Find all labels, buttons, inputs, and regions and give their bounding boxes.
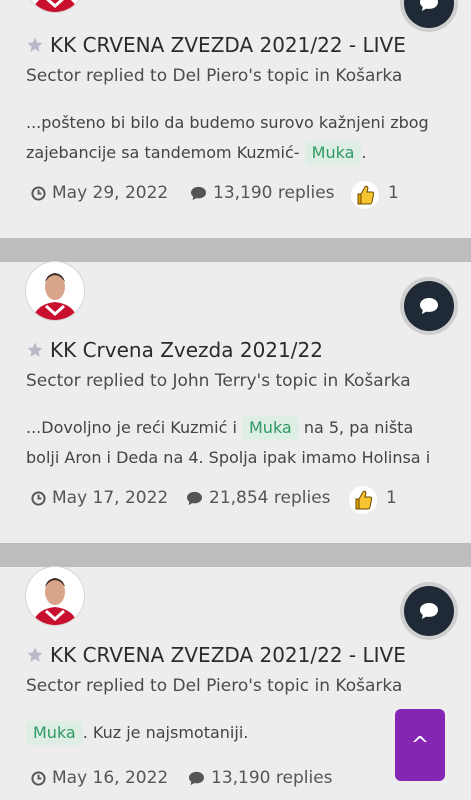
tag-muka[interactable]: Muka	[26, 721, 83, 745]
star-icon[interactable]	[26, 36, 44, 54]
avatar[interactable]	[26, 567, 84, 625]
post-title-text[interactable]: KK CRVENA ZVEZDA 2021/22 - LIVE	[50, 643, 406, 667]
snippet-text-after: . Kuz je najsmotaniji.	[82, 723, 249, 742]
tag-muka[interactable]: Muka	[304, 141, 362, 165]
chat-bubble-icon	[420, 603, 438, 619]
card-separator	[0, 543, 471, 567]
avatar[interactable]	[26, 0, 84, 12]
snippet-text-after: .	[361, 143, 367, 162]
comment-icon	[189, 771, 204, 785]
thumbs-up-reaction-icon[interactable]	[348, 485, 378, 515]
chat-button[interactable]	[404, 281, 454, 331]
star-icon[interactable]	[26, 646, 44, 664]
card-separator	[0, 238, 471, 262]
activity-card-2: KK Crvena Zvezda 2021/22 Sector replied …	[0, 262, 471, 542]
chat-button[interactable]	[404, 586, 454, 636]
reply-count: 21,854 replies	[186, 488, 331, 508]
post-date-text: May 16, 2022	[52, 768, 169, 788]
comment-icon	[191, 186, 206, 200]
post-snippet: ...pošteno bi bilo da budemo surovo kažn…	[26, 108, 446, 168]
reply-count: 13,190 replies	[188, 768, 333, 788]
post-snippet: Muka. Kuz je najsmotaniji.	[26, 718, 446, 748]
post-title[interactable]: KK Crvena Zvezda 2021/22	[26, 338, 323, 362]
post-date: May 29, 2022	[31, 183, 168, 203]
post-meta: Sector replied to Del Piero's topic in K…	[26, 66, 403, 86]
reply-count-text: 13,190 replies	[211, 768, 333, 788]
post-date-text: May 29, 2022	[52, 183, 169, 203]
post-title-text[interactable]: KK CRVENA ZVEZDA 2021/22 - LIVE	[50, 33, 406, 57]
chevron-up-icon: ^	[410, 732, 430, 758]
post-snippet: ...Dovoljno je reći Kuzmić i Muka na 5, …	[26, 413, 446, 473]
post-date: May 16, 2022	[31, 768, 168, 788]
thumbs-up-reaction-icon[interactable]	[350, 180, 380, 210]
snippet-text: ...pošteno bi bilo da budemo surovo kažn…	[26, 113, 429, 162]
post-date: May 17, 2022	[31, 488, 168, 508]
scroll-to-top-button[interactable]: ^	[395, 709, 445, 781]
avatar[interactable]	[26, 262, 84, 320]
reaction-count: 1	[388, 183, 399, 203]
clock-icon	[31, 770, 46, 786]
tag-muka[interactable]: Muka	[242, 416, 299, 440]
avatar-image	[26, 567, 84, 625]
reply-count-text: 21,854 replies	[209, 488, 331, 508]
avatar-image	[26, 262, 84, 320]
post-date-text: May 17, 2022	[52, 488, 169, 508]
avatar-image	[26, 0, 84, 12]
clock-icon	[31, 185, 46, 201]
clock-icon	[31, 490, 46, 506]
chat-bubble-icon	[420, 298, 438, 314]
chat-bubble-icon	[420, 0, 438, 11]
post-title[interactable]: KK CRVENA ZVEZDA 2021/22 - LIVE	[26, 33, 406, 57]
post-title[interactable]: KK CRVENA ZVEZDA 2021/22 - LIVE	[26, 643, 406, 667]
reply-count-text: 13,190 replies	[213, 183, 335, 203]
activity-card-1: KK CRVENA ZVEZDA 2021/22 - LIVE Sector r…	[0, 0, 471, 236]
star-icon[interactable]	[26, 341, 44, 359]
snippet-text: ...Dovoljno je reći Kuzmić i	[26, 418, 237, 437]
post-meta: Sector replied to Del Piero's topic in K…	[26, 676, 403, 696]
reply-count: 13,190 replies	[190, 183, 335, 203]
chat-button[interactable]	[404, 0, 454, 28]
comment-icon	[187, 491, 202, 505]
post-meta: Sector replied to John Terry's topic in …	[26, 371, 411, 391]
post-title-text[interactable]: KK Crvena Zvezda 2021/22	[50, 338, 323, 362]
reaction-count: 1	[386, 488, 397, 508]
